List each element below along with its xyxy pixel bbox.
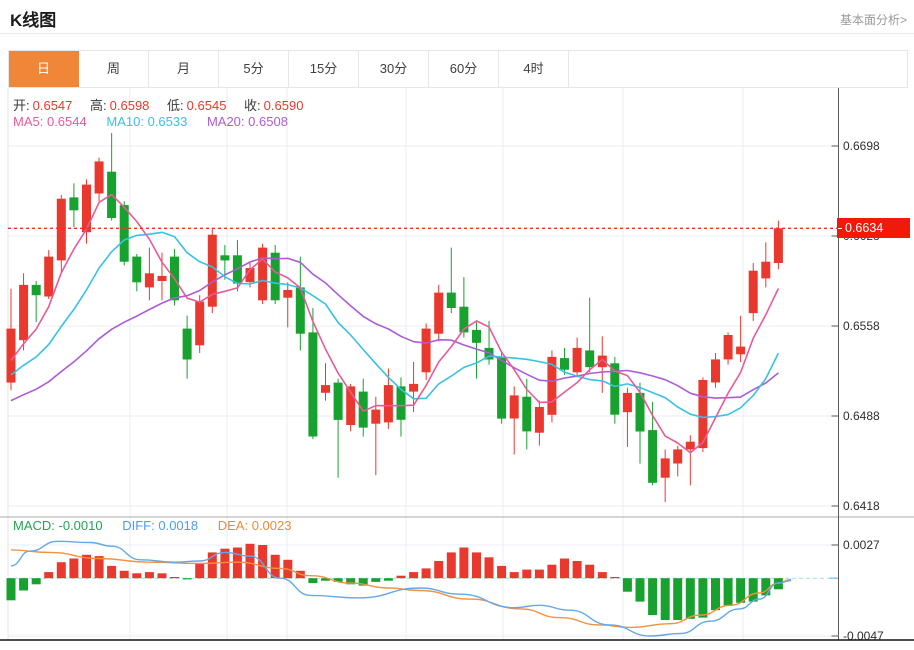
dea-value: 0.0023 (251, 518, 292, 533)
ma20-label: MA20: (206, 114, 245, 129)
ma5-value: 0.6544 (46, 114, 87, 129)
macd-axis-tick-2: -0.0047 (843, 629, 884, 643)
high-label: 高: (90, 98, 107, 113)
tab-60min[interactable]: 60分 (429, 51, 499, 87)
tab-monthly[interactable]: 月 (149, 51, 219, 87)
ohlc-legend: 开: 0.6547 高: 0.6598 低: 0.6545 收: 0.6590 (13, 95, 317, 114)
tab-daily[interactable]: 日 (9, 51, 79, 87)
period-tab-bar: 日 周 月 5分 15分 30分 60分 4时 (8, 50, 908, 88)
y-axis-tick-1: 0.6698 (843, 139, 880, 153)
high-value: 0.6598 (109, 98, 150, 113)
y-axis-tick-4: 0.6488 (843, 409, 880, 423)
open-label: 开: (13, 98, 30, 113)
ma10-label: MA10: (106, 114, 144, 129)
diff-label: DIFF: (122, 518, 155, 533)
low-value: 0.6545 (186, 98, 227, 113)
tab-15min[interactable]: 15分 (289, 51, 359, 87)
kline-page: { "header": {"title": "K线图", "link": "基本… (0, 0, 914, 650)
macd-value: -0.0010 (58, 518, 103, 533)
ma10-value: 0.6533 (147, 114, 188, 129)
y-axis-tick-3: 0.6558 (843, 319, 880, 333)
open-value: 0.6547 (32, 98, 73, 113)
tab-30min[interactable]: 30分 (359, 51, 429, 87)
macd-legend: MACD: -0.0010 DIFF: 0.0018 DEA: 0.0023 (13, 518, 307, 533)
y-axis-tick-5: 0.6418 (843, 499, 880, 513)
current-price-badge: 0.6634 (837, 218, 910, 238)
macd-label: MACD: (13, 518, 55, 533)
close-label: 收: (244, 98, 261, 113)
diff-value: 0.0018 (158, 518, 199, 533)
macd-axis-tick-1: 0.0027 (843, 538, 880, 552)
low-label: 低: (167, 98, 184, 113)
tab-4hour[interactable]: 4时 (499, 51, 569, 87)
ma-legend: MA5: 0.6544 MA10: 0.6533 MA20: 0.6508 (13, 114, 304, 129)
dea-label: DEA: (217, 518, 249, 533)
tab-5min[interactable]: 5分 (219, 51, 289, 87)
ma20-value: 0.6508 (248, 114, 288, 129)
ma5-label: MA5: (13, 114, 44, 129)
tab-weekly[interactable]: 周 (79, 51, 149, 87)
close-value: 0.6590 (263, 98, 304, 113)
